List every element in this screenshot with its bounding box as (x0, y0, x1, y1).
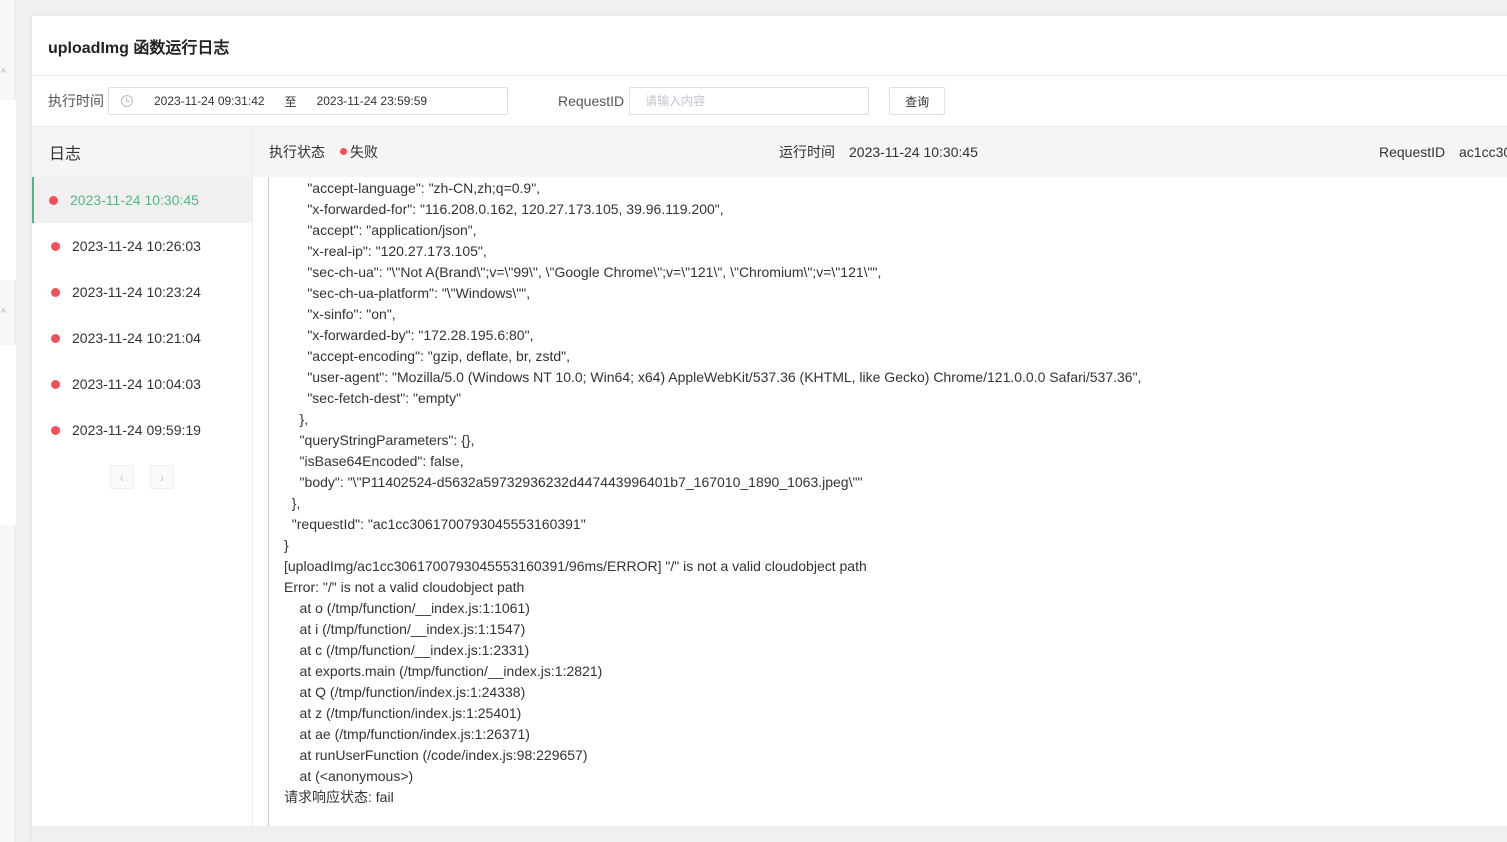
background-panel (0, 345, 16, 525)
log-line: 请求响应状态: fail (284, 789, 394, 805)
log-list-item[interactable]: 2023-11-24 10:21:04 (32, 315, 252, 361)
log-line: } (284, 537, 289, 553)
run-time-label: 运行时间 (779, 144, 835, 160)
log-list-item[interactable]: 2023-11-24 09:59:19 (32, 407, 252, 453)
log-line: }, (284, 411, 309, 427)
log-line: at Q (/tmp/function/index.js:1:24338) (284, 684, 526, 700)
failed-status-dot (51, 287, 60, 297)
log-list-item[interactable]: 2023-11-24 10:30:45 (32, 177, 252, 223)
log-line: [uploadImg/ac1cc3061700793045553160391/9… (284, 558, 867, 574)
log-line: "x-sinfo": "on", (284, 306, 396, 322)
log-line: "requestId": "ac1cc306170079304555316039… (284, 516, 586, 532)
dialog-header: uploadImg 函数运行日志 (32, 16, 1507, 76)
log-item-time: 2023-11-24 10:21:04 (72, 330, 201, 346)
log-list-item[interactable]: 2023-11-24 10:04:03 (32, 361, 252, 407)
request-id-input[interactable] (629, 87, 870, 115)
run-time-value: 2023-11-24 10:30:45 (849, 144, 978, 160)
log-line: "accept": "application/json", (284, 222, 477, 238)
log-line: "sec-ch-ua-platform": "\"Windows\"", (284, 285, 531, 301)
pagination: ‹ › (32, 465, 252, 489)
log-line: "body": "\"P11402524-d5632a59732936232d4… (284, 474, 863, 490)
log-sidebar-title: 日志 (32, 127, 252, 177)
function-log-dialog: uploadImg 函数运行日志 执行时间 2023-11-24 09:31:4… (32, 16, 1507, 842)
chevron-up-icon: ^ (1, 68, 6, 79)
date-start[interactable]: 2023-11-24 09:31:42 (154, 94, 265, 108)
log-line: "user-agent": "Mozilla/5.0 (Windows NT 1… (284, 369, 1142, 385)
log-line: at ae (/tmp/function/index.js:1:26371) (284, 726, 530, 742)
query-button[interactable]: 查询 (889, 87, 946, 115)
background-panel (0, 100, 16, 280)
exec-time-label: 执行时间 (48, 93, 104, 109)
log-line: at runUserFunction (/code/index.js:98:22… (284, 747, 588, 763)
log-line: "x-forwarded-for": "116.208.0.162, 120.2… (284, 201, 724, 217)
log-line: at z (/tmp/function/index.js:1:25401) (284, 705, 522, 721)
log-line: }, (284, 495, 301, 511)
dialog-title: uploadImg 函数运行日志 (48, 39, 230, 57)
chevron-up-icon: ^ (1, 308, 6, 319)
clock-icon (121, 95, 133, 107)
log-line: at (<anonymous>) (284, 768, 414, 784)
status-value: 失败 (350, 144, 378, 160)
log-line: "sec-fetch-dest": "empty" (284, 390, 462, 406)
failed-status-dot (51, 425, 60, 435)
log-sidebar: 日志 2023-11-24 10:30:45 2023-11-24 10:26:… (32, 127, 253, 827)
background-page-strip: ^ ^ (0, 0, 16, 842)
log-item-time: 2023-11-24 09:59:19 (72, 422, 201, 438)
failed-status-dot (51, 333, 60, 343)
request-id-detail-label: RequestID (1379, 144, 1446, 160)
failed-status-dot (49, 195, 58, 205)
prev-page-button[interactable]: ‹ (110, 465, 134, 489)
log-line: at c (/tmp/function/__index.js:1:2331) (284, 642, 530, 658)
log-detail-header: 执行状态 失败 运行时间 2023-11-24 10:30:45 Request… (253, 127, 1507, 177)
log-item-time: 2023-11-24 10:04:03 (72, 376, 201, 392)
dialog-body: 日志 2023-11-24 10:30:45 2023-11-24 10:26:… (32, 127, 1507, 827)
log-line: Error: "/" is not a valid cloudobject pa… (284, 579, 525, 595)
log-line: "accept-language": "zh-CN,zh;q=0.9", (284, 180, 541, 196)
status-label: 执行状态 (269, 144, 325, 160)
log-line: "isBase64Encoded": false, (284, 453, 464, 469)
failed-status-dot (51, 241, 60, 251)
log-line: at o (/tmp/function/__index.js:1:1061) (284, 600, 530, 616)
log-line: "queryStringParameters": {}, (284, 432, 475, 448)
request-id-label: RequestID (558, 93, 625, 109)
filter-bar: 执行时间 2023-11-24 09:31:42 至 2023-11-24 23… (32, 76, 1507, 127)
log-line: "sec-ch-ua": "\"Not A(Brand\";v=\"99\", … (284, 264, 882, 280)
log-list-item[interactable]: 2023-11-24 10:23:24 (32, 269, 252, 315)
dialog-footer-bar (32, 826, 1507, 842)
failed-status-dot (51, 379, 60, 389)
date-separator: 至 (284, 94, 297, 109)
date-range-picker[interactable]: 2023-11-24 09:31:42 至 2023-11-24 23:59:5… (108, 87, 508, 115)
log-line: at i (/tmp/function/__index.js:1:1547) (284, 621, 526, 637)
log-item-time: 2023-11-24 10:30:45 (70, 192, 199, 208)
log-line: at exports.main (/tmp/function/__index.j… (284, 663, 603, 679)
date-end[interactable]: 2023-11-24 23:59:59 (317, 94, 428, 108)
log-item-time: 2023-11-24 10:26:03 (72, 238, 201, 254)
log-list-item[interactable]: 2023-11-24 10:26:03 (32, 223, 252, 269)
log-item-time: 2023-11-24 10:23:24 (72, 284, 201, 300)
request-id-detail-value: ac1cc30 (1459, 144, 1507, 160)
log-line: "x-forwarded-by": "172.28.195.6:80", (284, 327, 534, 343)
log-line: "x-real-ip": "120.27.173.105", (284, 243, 487, 259)
log-content[interactable]: "accept-language": "zh-CN,zh;q=0.9", "x-… (268, 177, 1478, 827)
log-detail-panel: 执行状态 失败 运行时间 2023-11-24 10:30:45 Request… (253, 127, 1507, 827)
log-line: "accept-encoding": "gzip, deflate, br, z… (284, 348, 571, 364)
failed-status-dot (340, 148, 347, 155)
next-page-button[interactable]: › (150, 465, 174, 489)
